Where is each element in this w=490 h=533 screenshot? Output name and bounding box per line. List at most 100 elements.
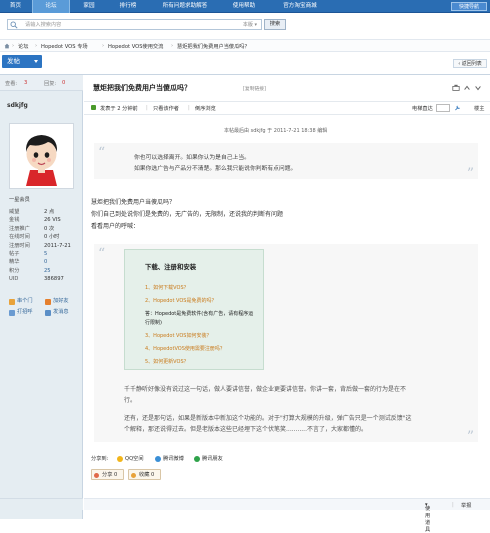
avatar[interactable] [9,123,74,189]
info-key: 精华 [9,259,20,266]
floor-jump-input[interactable] [436,104,450,112]
faq-title: 下载、注册和安装 [145,263,197,271]
quote-block: “ 下载、注册和安装 1、如何下载VOS？ 2、Hopedot VOS是免费的吗… [94,244,478,445]
breadcrumb-thread[interactable]: 慧炬把我们免费用户当傻瓜吗？ [177,43,250,50]
favorite-button[interactable]: 收藏 0 [128,469,161,480]
nav-home-space[interactable]: 家园 [71,0,107,13]
previous-thread-icon[interactable] [463,84,471,92]
quote-line: 如果你选广告与产品分不清楚。那么我只能说你判断有点问题。 [134,166,297,172]
open-quote-icon: “ [98,246,106,262]
friends-icon [194,455,200,462]
info-value: 26 VIS [44,217,61,224]
use-tools-button[interactable]: 使用道具 ▾ [425,502,430,533]
search-bar: 请输入搜索内容 本版 ▾ 搜索 [0,14,490,36]
quote-line: 千千静听好像没有说过这一句话，做人要讲信誉，做企业更要讲信誉。你讲一套，背后做一… [124,386,407,393]
wave-icon [9,309,15,316]
search-button[interactable]: 搜索 [264,19,286,30]
info-row: 精华 0 [9,258,79,266]
new-post-button[interactable]: 发帖 [2,55,42,68]
search-input[interactable]: 请输入搜索内容 本版 ▾ [7,19,262,30]
quote-line: 个解释，那还说得过去。但是老版本这些已经埋下这个伏笔笑...........不言… [124,426,367,433]
views-count: 3 [24,80,28,86]
replies-count: 0 [62,80,66,86]
share-tencent-weibo[interactable]: 腾讯微博 [155,455,184,462]
quick-nav-button[interactable]: 快捷导航 [451,2,487,11]
breadcrumb: › 论坛 › Hopedot VOS 专场 › Hopedot VOS使用交流 … [0,39,490,52]
nav-help-answers[interactable]: 所有问题求助解答 [150,0,220,13]
share-button[interactable]: 分享 0 [91,469,124,480]
info-value[interactable]: 0 [44,258,47,266]
breadcrumb-separator: › [171,43,174,49]
info-key: 威望 [9,209,20,215]
house-icon [9,298,15,305]
info-value[interactable]: 25 [44,267,51,275]
body-line: 看看用户的呼喊： [91,223,140,230]
weibo-icon [155,455,161,462]
quoted-faq-image: 下载、注册和安装 1、如何下载VOS？ 2、Hopedot VOS是免费的吗？ … [124,249,264,370]
nav-ranking[interactable]: 排行榜 [108,0,148,13]
info-key: 注册推广 [9,225,30,232]
share-tencent-friends[interactable]: 腾讯朋友 [194,455,223,462]
search-placeholder: 请输入搜索内容 [25,22,62,28]
replies-label: 回复: [44,81,57,87]
post-content: 慧炬把我们免费用户当傻瓜吗？ [复制链接] 发表于 2 分钟前 | 只看该作者 … [84,75,490,519]
favorite-count: 0 [151,472,155,478]
chevron-down-icon [34,60,38,63]
qzone-icon [117,455,123,462]
body-line: 慧炬把我们免费用户当傻瓜吗？ [91,199,176,206]
report-link[interactable]: 举报 [461,502,471,509]
search-scope-select[interactable]: 本版 ▾ [243,20,257,30]
info-row: 积分 25 [9,267,79,275]
nav-home[interactable]: 首页 [0,0,31,13]
close-quote-icon: ” [466,166,474,182]
copy-link[interactable]: [复制链接] [243,85,266,92]
thread-stats: 查看: 3 回复: 0 [0,75,83,91]
breadcrumb-board[interactable]: Hopedot VOS使用交流 [108,43,163,50]
author-info: 威望 2 点 金钱 26 VIS 注册推广 0 次 在线时间 0 小时 注册时间 2011… [9,208,79,284]
post-action-buttons: 分享 0 收藏 0 [91,469,191,481]
share-qzone[interactable]: QQ空间 [117,455,144,462]
post-footer: 使用道具 ▾ | 举报 [84,498,490,533]
info-key: UID [9,276,19,283]
online-status-icon [91,105,96,110]
info-key: 积分 [9,267,20,274]
back-to-list-button[interactable]: ‹ 返回列表 [453,59,487,68]
reverse-order-link[interactable]: 倒序浏览 [195,105,216,112]
post-title: 慧炬把我们免费用户当傻瓜吗？ [93,84,191,92]
top-nav: 首页 论坛 家园 排行榜 所有问题求助解答 使用帮助 官方淘宝商城 快捷导航 [0,0,490,13]
nav-official-store[interactable]: 官方淘宝商城 [268,0,332,13]
info-value: 0 次 [44,225,55,232]
quote-line: 你也可以选择离开。如果你认为是自己上当。 [134,155,250,161]
faq-line: 4、HopedotVOS使用需要注册吗？ [145,346,225,352]
nav-forum[interactable]: 论坛 [32,0,70,13]
info-value: 2 点 [44,209,55,215]
faq-line: 3、Hopedot VOS如何安装？ [145,333,212,339]
visit-link[interactable]: 串个门 [9,297,33,306]
wrench-icon[interactable] [454,104,461,112]
floor-label: 楼主 [474,106,485,112]
next-thread-icon[interactable] [474,84,482,92]
member-level: 一星会员 [9,197,30,203]
info-value[interactable]: 5 [44,250,47,258]
open-quote-icon: “ [98,145,106,161]
add-friend-link[interactable]: 加好友 [45,297,69,306]
share-count: 0 [114,472,118,478]
share-label: 分享到: [91,456,109,462]
greet-link[interactable]: 打招呼 [9,308,33,317]
edit-note: 本帖最后由 sdkjfg 于 2011-7-21 18:38 编辑 [224,128,328,134]
author-username[interactable]: sdkjfg [7,102,28,109]
print-icon[interactable] [452,84,460,92]
info-key: 在线时间 [9,234,30,241]
nav-usage-help[interactable]: 使用帮助 [222,0,266,13]
star-icon [131,472,136,478]
info-key: 注册时间 [9,242,30,249]
home-icon[interactable] [4,43,10,49]
breadcrumb-section[interactable]: Hopedot VOS 专场 [41,43,88,50]
message-link[interactable]: 发消息 [45,308,69,317]
divider: | [188,105,190,111]
quote-block: “ 你也可以选择离开。如果你认为是自己上当。 如果你选广告与产品分不清楚。那么我… [94,143,478,182]
search-icon [10,21,18,29]
breadcrumb-forum[interactable]: 论坛 [18,43,28,50]
info-value: 386897 [44,276,64,283]
author-only-link[interactable]: 只看该作者 [153,105,179,112]
